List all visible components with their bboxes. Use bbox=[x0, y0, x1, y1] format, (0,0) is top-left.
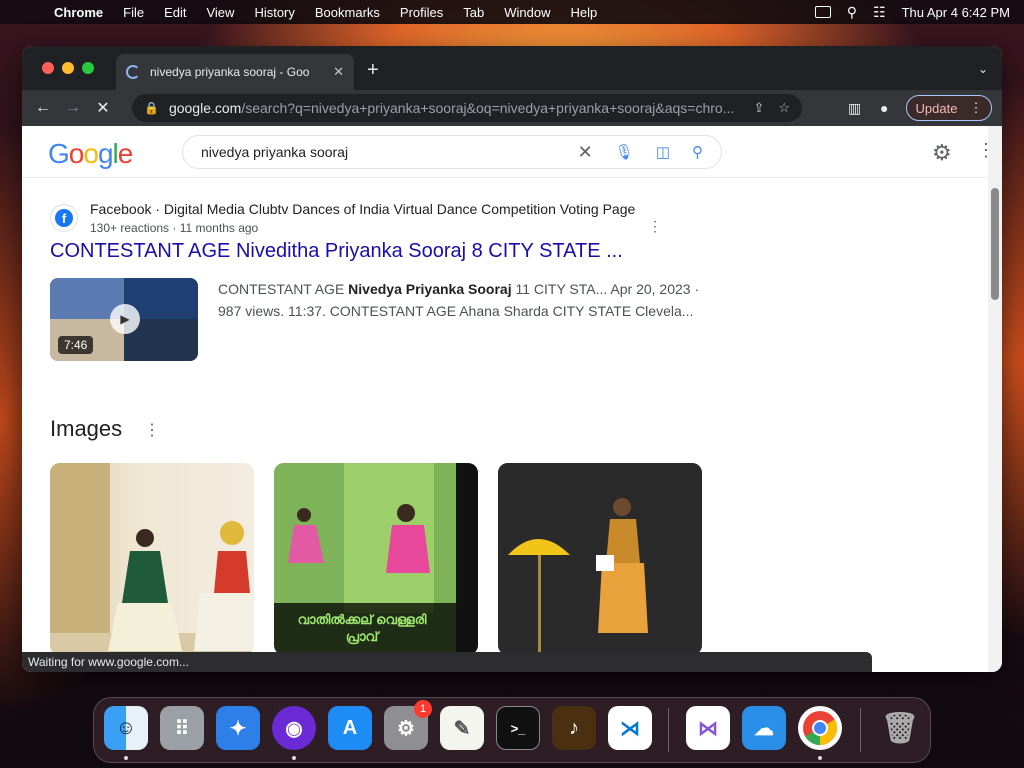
tab-strip: nivedya priyanka sooraj - Goo ✕ + ⌄ bbox=[22, 46, 1002, 90]
images-heading: Images bbox=[50, 416, 123, 441]
tab-active[interactable]: nivedya priyanka sooraj - Goo ✕ bbox=[116, 54, 354, 90]
running-indicator bbox=[292, 756, 296, 760]
menu-help[interactable]: Help bbox=[561, 5, 608, 20]
site-info-icon[interactable]: 🔒 bbox=[144, 101, 159, 115]
video-duration: 7:46 bbox=[58, 336, 94, 354]
terminal-icon[interactable]: >_ bbox=[496, 706, 540, 750]
snippet-text-start: CONTESTANT AGE bbox=[218, 281, 349, 297]
address-bar[interactable]: 🔒 google.com /search?q=nivedya+priyanka+… bbox=[132, 94, 802, 122]
firefox-icon[interactable]: ◉ bbox=[272, 706, 316, 750]
share-icon[interactable]: ⇪ bbox=[753, 100, 764, 116]
bookmark-star-icon[interactable]: ☆ bbox=[778, 100, 790, 116]
menu-app-name[interactable]: Chrome bbox=[44, 5, 113, 20]
vscode-icon[interactable]: ⋊ bbox=[608, 706, 652, 750]
control-center-icon[interactable]: ☷ bbox=[873, 4, 886, 21]
google-header: Google nivedya priyanka sooraj ✕ 🎙 ◫ ⚲ ⚙… bbox=[22, 126, 988, 178]
system-settings-icon[interactable]: ⚙ 1 bbox=[384, 700, 432, 750]
menu-bookmarks[interactable]: Bookmarks bbox=[305, 5, 390, 20]
scrollbar-thumb[interactable] bbox=[991, 188, 999, 300]
trash-icon[interactable]: 🗑 bbox=[878, 706, 922, 750]
search-box[interactable]: nivedya priyanka sooraj ✕ 🎙 ◫ ⚲ bbox=[182, 135, 722, 169]
dock-separator bbox=[668, 708, 669, 752]
garageband-icon[interactable]: ♪ bbox=[552, 706, 596, 750]
play-icon[interactable]: ▶ bbox=[110, 304, 140, 334]
search-submit-icon[interactable]: ⚲ bbox=[692, 143, 703, 161]
facebook-icon: f bbox=[50, 204, 78, 232]
menu-history[interactable]: History bbox=[244, 5, 304, 20]
update-button[interactable]: Update ⋮ bbox=[906, 95, 992, 121]
textedit-icon[interactable]: ✎ bbox=[440, 706, 484, 750]
running-indicator bbox=[818, 756, 822, 760]
url-path: /search?q=nivedya+priyanka+sooraj&oq=niv… bbox=[241, 100, 735, 116]
visual-studio-icon[interactable]: ⋈ bbox=[686, 706, 730, 750]
menu-view[interactable]: View bbox=[196, 5, 244, 20]
image-result-3[interactable] bbox=[498, 463, 702, 655]
profile-icon[interactable]: ● bbox=[880, 100, 888, 116]
update-label: Update bbox=[915, 100, 958, 116]
menu-bar: Chrome File Edit View History Bookmarks … bbox=[0, 0, 1024, 24]
new-tab-button[interactable]: + bbox=[367, 60, 379, 80]
tab-search-icon[interactable]: ⌄ bbox=[978, 62, 988, 76]
settings-gear-icon[interactable]: ⚙ bbox=[932, 140, 952, 166]
page-scrollbar[interactable] bbox=[988, 126, 1002, 672]
image-result-2[interactable]: വാതിൽക്കല് വെള്ളരി പ്രാവ് bbox=[274, 463, 478, 655]
stop-loading-button[interactable]: ✕ bbox=[88, 98, 118, 118]
zoom-window-button[interactable] bbox=[82, 62, 94, 74]
menubar-clock[interactable]: Thu Apr 4 6:42 PM bbox=[902, 5, 1010, 20]
google-logo-text: Google bbox=[48, 138, 133, 169]
chrome-menu-icon[interactable]: ⋮ bbox=[969, 100, 982, 116]
menu-tab[interactable]: Tab bbox=[453, 5, 494, 20]
back-button[interactable]: ← bbox=[28, 99, 58, 117]
launchpad-icon[interactable]: ⠿ bbox=[160, 706, 204, 750]
snippet-bold-match: Nivedya Priyanka Sooraj bbox=[348, 281, 512, 297]
result-snippet: CONTESTANT AGE Nivedya Priyanka Sooraj 1… bbox=[218, 278, 708, 322]
weather-icon[interactable]: ☁ bbox=[742, 706, 786, 750]
chrome-logo-icon bbox=[803, 711, 837, 745]
stage-dancer-photo bbox=[498, 463, 702, 655]
tab-title: nivedya priyanka sooraj - Goo bbox=[150, 65, 310, 79]
app-store-icon[interactable]: A bbox=[328, 706, 372, 750]
close-window-button[interactable] bbox=[42, 62, 54, 74]
dancers-photo bbox=[50, 463, 254, 655]
chrome-icon[interactable] bbox=[798, 706, 842, 750]
image-caption: വാതിൽക്കല് വെള്ളരി പ്രാവ് bbox=[297, 612, 427, 644]
finder-icon[interactable]: ☺ bbox=[104, 706, 148, 750]
video-thumbnail[interactable]: ▶ 7:46 bbox=[50, 278, 198, 361]
google-logo[interactable]: Google bbox=[48, 138, 133, 170]
screen-mirroring-icon[interactable] bbox=[814, 6, 831, 18]
result-source[interactable]: Facebook · Digital Media Clubtv Dances o… bbox=[90, 201, 635, 217]
dock-separator-2 bbox=[860, 708, 861, 752]
voice-search-icon[interactable]: 🎙 bbox=[615, 143, 634, 161]
forward-button[interactable]: → bbox=[58, 99, 88, 117]
google-apps-menu-icon[interactable]: ⋮ bbox=[977, 140, 988, 161]
search-input[interactable]: nivedya priyanka sooraj bbox=[201, 144, 556, 160]
dock: ☺ ⠿ ✦ ◉ A ⚙ 1 ✎ >_ ♪ ⋊ ⋈ ☁ 🗑 bbox=[93, 697, 931, 763]
result-options-icon[interactable]: ⋮ bbox=[648, 218, 662, 235]
browser-toolbar: ← → ✕ 🔒 google.com /search?q=nivedya+pri… bbox=[22, 90, 1002, 126]
lens-search-icon[interactable]: ◫ bbox=[656, 143, 670, 161]
image-result-1[interactable] bbox=[50, 463, 254, 655]
side-panel-icon[interactable]: ▥ bbox=[848, 100, 861, 117]
notification-badge: 1 bbox=[414, 700, 432, 718]
loading-spinner-icon bbox=[126, 65, 140, 79]
spotlight-search-icon[interactable]: ⚲ bbox=[847, 4, 857, 21]
result-meta: 130+ reactions · 11 months ago bbox=[90, 221, 259, 235]
result-title-link[interactable]: CONTESTANT AGE Niveditha Priyanka Sooraj… bbox=[50, 240, 623, 263]
menu-window[interactable]: Window bbox=[494, 5, 560, 20]
status-bubble: Waiting for www.google.com... bbox=[22, 652, 872, 672]
page-content: Google nivedya priyanka sooraj ✕ 🎙 ◫ ⚲ ⚙… bbox=[22, 126, 988, 672]
menu-file[interactable]: File bbox=[113, 5, 154, 20]
clear-search-icon[interactable]: ✕ bbox=[578, 142, 593, 163]
images-options-icon[interactable]: ⋮ bbox=[144, 420, 160, 440]
menu-profiles[interactable]: Profiles bbox=[390, 5, 453, 20]
menu-edit[interactable]: Edit bbox=[154, 5, 196, 20]
close-tab-icon[interactable]: ✕ bbox=[333, 64, 344, 80]
running-indicator bbox=[124, 756, 128, 760]
minimize-window-button[interactable] bbox=[62, 62, 74, 74]
safari-icon[interactable]: ✦ bbox=[216, 706, 260, 750]
url-host: google.com bbox=[168, 100, 242, 116]
chrome-window: nivedya priyanka sooraj - Goo ✕ + ⌄ ← → … bbox=[22, 46, 1002, 672]
